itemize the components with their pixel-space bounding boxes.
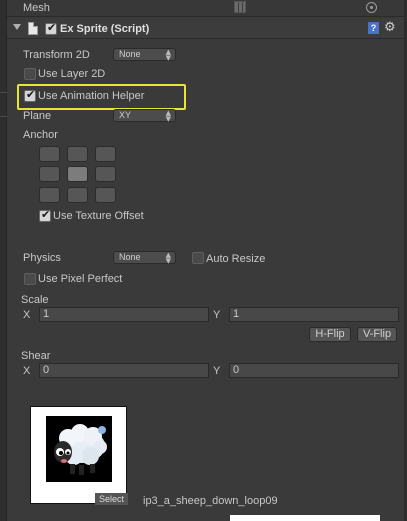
v-flip-button[interactable]: V-Flip bbox=[357, 327, 397, 342]
anchor-bottom-center[interactable] bbox=[67, 187, 88, 203]
component-enabled-checkbox[interactable] bbox=[45, 21, 57, 35]
use-pixel-perfect-checkbox[interactable] bbox=[24, 273, 36, 285]
panel-tick bbox=[0, 116, 7, 117]
physics-dropdown[interactable]: None ▲ ▼ bbox=[113, 251, 176, 265]
use-animation-helper-label: Use Animation Helper bbox=[38, 90, 145, 102]
dropdown-arrows-icon: ▲ ▼ bbox=[165, 251, 171, 265]
texture-name-label: ip3_a_sheep_down_loop09 bbox=[143, 495, 278, 507]
color-swatch[interactable] bbox=[230, 515, 380, 521]
anchor-top-right[interactable] bbox=[95, 146, 116, 162]
foldout-arrow-icon[interactable] bbox=[13, 24, 21, 30]
shear-y-label: Y bbox=[213, 365, 221, 377]
transform2d-value: None bbox=[119, 49, 141, 59]
anchor-middle-right[interactable] bbox=[95, 166, 116, 182]
auto-resize-label: Auto Resize bbox=[206, 253, 266, 265]
left-panel-edge bbox=[0, 0, 7, 521]
panel-tick bbox=[0, 92, 7, 93]
anchor-middle-left[interactable] bbox=[39, 166, 60, 182]
help-icon[interactable]: ? bbox=[368, 22, 379, 34]
anchor-label: Anchor bbox=[23, 129, 58, 141]
use-pixel-perfect-label: Use Pixel Perfect bbox=[38, 273, 123, 285]
anchor-bottom-right[interactable] bbox=[95, 187, 116, 203]
mesh-label: Mesh bbox=[23, 2, 50, 14]
use-animation-helper-checkbox[interactable] bbox=[24, 88, 36, 102]
shear-label: Shear bbox=[21, 350, 51, 362]
anchor-top-center[interactable] bbox=[67, 146, 88, 162]
dropdown-arrows-icon: ▲ ▼ bbox=[165, 109, 171, 123]
anchor-top-left[interactable] bbox=[39, 146, 60, 162]
anchor-bottom-left[interactable] bbox=[39, 187, 60, 203]
plane-dropdown[interactable]: XY ▲ ▼ bbox=[113, 109, 176, 123]
gear-icon[interactable]: ⚙ bbox=[384, 20, 396, 35]
plane-label: Plane bbox=[23, 110, 52, 122]
script-file-icon bbox=[28, 22, 38, 35]
auto-resize-checkbox[interactable] bbox=[192, 252, 204, 264]
scale-x-label: X bbox=[23, 309, 31, 321]
use-texture-offset-label: Use Texture Offset bbox=[53, 210, 144, 222]
physics-label: Physics bbox=[23, 252, 61, 264]
component-title: Ex Sprite (Script) bbox=[60, 23, 150, 35]
use-layer-2d-label: Use Layer 2D bbox=[38, 68, 106, 80]
dropdown-arrows-icon: ▲ ▼ bbox=[165, 48, 171, 62]
mesh-row bbox=[7, 0, 404, 17]
sheep-sprite-image bbox=[46, 416, 112, 482]
shear-x-input[interactable]: 0 bbox=[39, 363, 209, 378]
scale-y-label: Y bbox=[213, 309, 221, 321]
physics-value: None bbox=[119, 252, 141, 262]
select-texture-button[interactable]: Select bbox=[95, 493, 128, 505]
mesh-grid-icon bbox=[234, 1, 246, 13]
h-flip-button[interactable]: H-Flip bbox=[309, 327, 351, 342]
transform2d-label: Transform 2D bbox=[23, 49, 90, 61]
object-picker-icon[interactable] bbox=[366, 2, 377, 13]
transform2d-dropdown[interactable]: None ▲ ▼ bbox=[113, 48, 176, 62]
partial-row bbox=[22, 515, 52, 521]
scale-label: Scale bbox=[21, 294, 49, 306]
plane-value: XY bbox=[119, 110, 132, 120]
use-layer-2d-checkbox[interactable] bbox=[24, 68, 36, 80]
scale-y-input[interactable]: 1 bbox=[229, 307, 399, 322]
anchor-middle-center[interactable] bbox=[67, 166, 88, 182]
shear-y-input[interactable]: 0 bbox=[229, 363, 399, 378]
scale-x-input[interactable]: 1 bbox=[39, 307, 209, 322]
use-texture-offset-checkbox[interactable] bbox=[39, 208, 51, 222]
shear-x-label: X bbox=[23, 365, 31, 377]
